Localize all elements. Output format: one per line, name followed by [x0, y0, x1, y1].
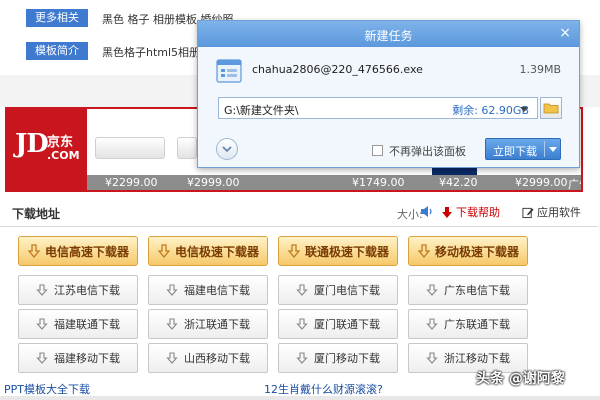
watermark-text: 头条 @谢阿黎 — [476, 371, 565, 387]
download-help-link[interactable]: 下载帮助 — [441, 204, 500, 220]
browse-folder-button[interactable] — [540, 97, 562, 119]
size-label: 大小: — [397, 208, 423, 221]
download-arrow-icon — [36, 352, 48, 364]
button-label: 福建移动下载 — [54, 352, 120, 365]
jd-logo-cn: 京东 — [47, 135, 74, 150]
download-now-button[interactable]: 立即下载 — [485, 138, 561, 160]
chevron-down-icon[interactable] — [549, 147, 557, 152]
button-label: 电信极速下载器 — [174, 244, 259, 259]
template-intro-tag: 模板简介 — [26, 42, 88, 60]
download-arrow-icon — [157, 244, 171, 258]
template-intro-text: 黑色格子html5相册 — [102, 46, 201, 59]
button-label: 山西移动下载 — [184, 352, 250, 365]
exe-file-icon — [216, 59, 242, 83]
download-arrow-icon — [296, 318, 308, 330]
software-link[interactable]: 应用软件 — [522, 204, 581, 220]
mirror-download-button[interactable]: 广东电信下载 — [408, 275, 528, 305]
download-section-header: 下载地址 大小: 下载帮助 应用软件 — [0, 197, 598, 227]
software-label: 应用软件 — [537, 206, 581, 219]
mirror-download-button[interactable]: 厦门移动下载 — [278, 343, 398, 373]
bottom-divider — [0, 396, 600, 400]
product-image[interactable] — [177, 137, 197, 159]
button-label: 厦门电信下载 — [314, 284, 380, 297]
close-icon[interactable]: × — [559, 25, 571, 41]
folder-icon — [543, 103, 559, 114]
expand-options-button[interactable] — [216, 138, 238, 160]
dont-show-checkbox[interactable] — [372, 145, 383, 156]
download-arrow-icon — [287, 244, 301, 258]
mirror-download-button[interactable]: 浙江联通下载 — [148, 309, 268, 339]
download-help-label: 下载帮助 — [456, 206, 500, 219]
download-arrow-icon — [166, 352, 178, 364]
speaker-icon[interactable] — [420, 205, 434, 218]
download-arrow-icon — [296, 352, 308, 364]
download-arrow-icon — [166, 318, 178, 330]
product-price: ¥42.20 — [439, 176, 478, 189]
jd-logo[interactable]: JD 京东 .COM — [7, 109, 87, 190]
download-arrow-icon — [426, 352, 438, 364]
button-label: 浙江联通下载 — [184, 318, 250, 331]
ad-label: 广告 — [568, 178, 581, 191]
mirror-download-button[interactable]: 江苏电信下载 — [18, 275, 138, 305]
jd-logo-letters: JD — [15, 129, 49, 159]
mirror-download-button[interactable]: 厦门联通下载 — [278, 309, 398, 339]
telecom-highspeed-button[interactable]: 电信高速下载器 — [18, 236, 138, 266]
jd-logo-com: .COM — [47, 149, 80, 162]
dont-show-label: 不再弹出该面板 — [389, 145, 466, 158]
button-label: 福建电信下载 — [184, 284, 250, 297]
save-path-value: G:\新建文件夹\ — [224, 104, 299, 117]
file-name: chahua2806@220_476566.exe — [252, 63, 423, 76]
dialog-titlebar[interactable]: 新建任务 × — [198, 21, 579, 47]
price-bar — [87, 175, 581, 190]
mirror-download-button[interactable]: 福建电信下载 — [148, 275, 268, 305]
download-arrow-icon — [426, 318, 438, 330]
button-label: 广东联通下载 — [444, 318, 510, 331]
button-label: 广东电信下载 — [444, 284, 510, 297]
mirror-download-button[interactable]: 福建移动下载 — [18, 343, 138, 373]
product-price: ¥2299.00 — [105, 176, 158, 189]
download-arrow-icon — [296, 284, 308, 296]
new-task-dialog: 新建任务 × chahua2806@220_476566.exe 1.39MB … — [197, 20, 580, 168]
button-label: 福建联通下载 — [54, 318, 120, 331]
button-label: 江苏电信下载 — [54, 284, 120, 297]
download-arrow-icon — [417, 244, 431, 258]
button-label: 移动极速下载器 — [434, 244, 519, 259]
zodiac-article-link[interactable]: 12生肖戴什么财源滚滚? — [264, 381, 383, 397]
edit-icon — [522, 207, 534, 218]
save-path-field[interactable]: G:\新建文件夹\ 剩余: 62.90GB — [218, 97, 538, 119]
button-label: 厦门联通下载 — [314, 318, 380, 331]
download-arrow-icon — [27, 244, 41, 258]
mobile-express-button[interactable]: 移动极速下载器 — [408, 236, 528, 266]
dialog-title: 新建任务 — [364, 29, 413, 43]
telecom-express-button[interactable]: 电信极速下载器 — [148, 236, 268, 266]
toutiao-watermark: 头条 @谢阿黎 — [476, 368, 565, 388]
chevron-down-icon — [222, 146, 232, 153]
more-related-tag[interactable]: 更多相关 — [26, 9, 88, 27]
product-image[interactable] — [95, 137, 165, 159]
mirror-download-button[interactable]: 广东联通下载 — [408, 309, 528, 339]
download-arrow-icon — [426, 284, 438, 296]
download-arrow-icon — [166, 284, 178, 296]
button-label: 厦门移动下载 — [314, 352, 380, 365]
download-arrow-icon — [36, 318, 48, 330]
ppt-template-link[interactable]: PPT模板大全下载 — [4, 381, 90, 397]
product-price: ¥2999.00 — [187, 176, 240, 189]
product-price: ¥1749.00 — [352, 176, 405, 189]
unicom-express-button[interactable]: 联通极速下载器 — [278, 236, 398, 266]
mirror-download-button[interactable]: 福建联通下载 — [18, 309, 138, 339]
section-title: 下载地址 — [12, 207, 61, 221]
button-label: 联通极速下载器 — [304, 244, 389, 259]
button-label: 浙江移动下载 — [444, 352, 510, 365]
product-price: ¥2999.00 — [515, 176, 568, 189]
download-now-label: 立即下载 — [493, 145, 537, 158]
free-space-label: 剩余: 62.90GB — [452, 104, 529, 117]
mirror-download-button[interactable]: 山西移动下载 — [148, 343, 268, 373]
button-label: 电信高速下载器 — [44, 244, 129, 259]
path-dropdown-icon[interactable] — [520, 107, 528, 112]
button-divider — [544, 141, 545, 157]
download-arrow-icon — [442, 206, 452, 218]
download-arrow-icon — [36, 284, 48, 296]
file-size: 1.39MB — [519, 63, 561, 76]
mirror-download-button[interactable]: 厦门电信下载 — [278, 275, 398, 305]
